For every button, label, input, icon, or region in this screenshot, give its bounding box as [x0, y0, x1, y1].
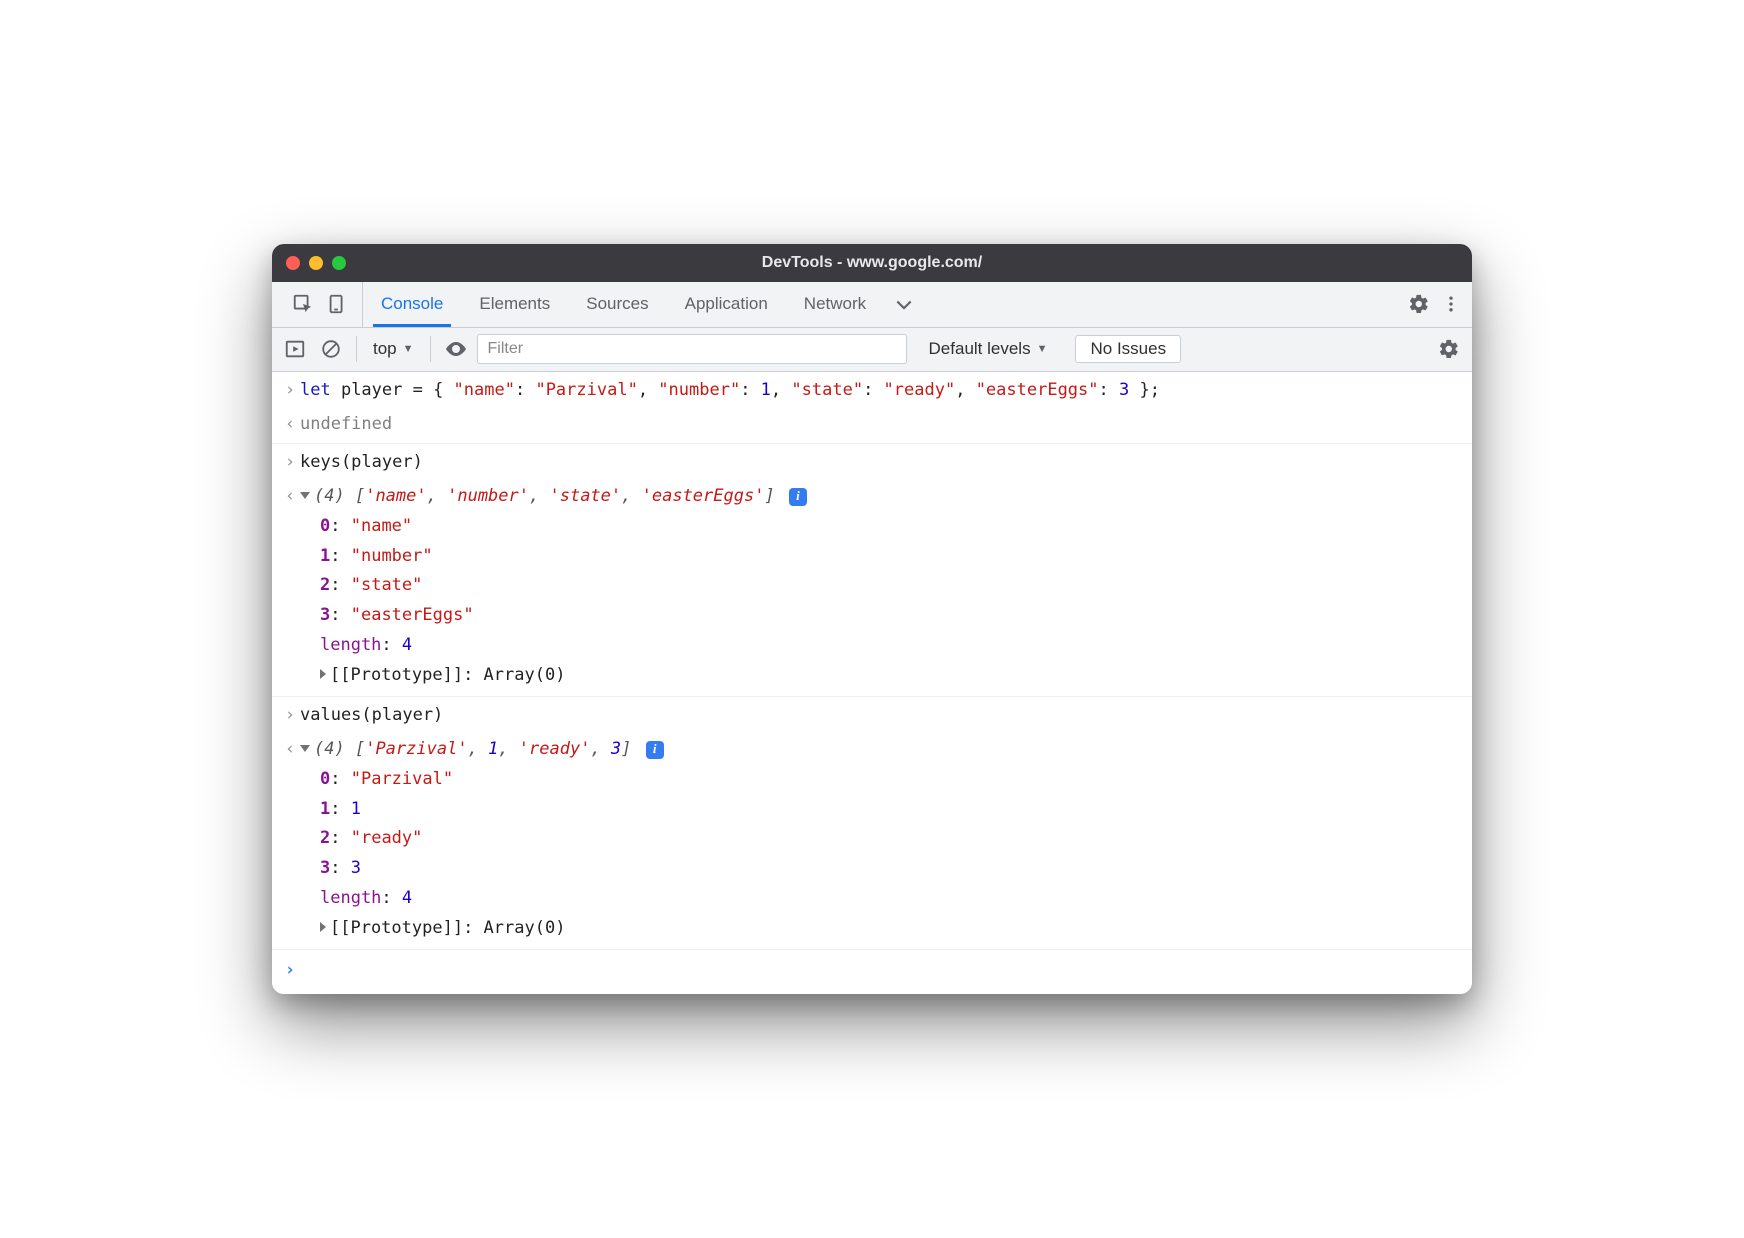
console-prompt-row[interactable]: ›: [272, 950, 1472, 994]
array-summary[interactable]: (4) ['Parzival', 1, 'ready', 3] i: [300, 735, 1460, 765]
array-items: 0: "Parzival" 1: 1 2: "ready" 3: 3 lengt…: [280, 765, 1460, 944]
tab-application[interactable]: Application: [667, 282, 786, 327]
array-length[interactable]: length: 4: [320, 884, 1460, 914]
tab-console[interactable]: Console: [363, 282, 461, 327]
console-input-code[interactable]: keys(player): [300, 448, 1460, 478]
input-chevron-icon: ›: [280, 376, 300, 406]
console-result-row: ‹ undefined: [272, 406, 1472, 445]
array-item[interactable]: 1: "number": [320, 542, 1460, 572]
chevron-down-icon: ▼: [1037, 343, 1048, 355]
device-toggle-icon[interactable]: [322, 289, 352, 319]
array-item[interactable]: 2: "state": [320, 571, 1460, 601]
filter-input[interactable]: [477, 334, 907, 364]
toggle-sidebar-icon[interactable]: [280, 334, 310, 364]
prompt-chevron-icon: ›: [280, 956, 300, 986]
info-badge-icon[interactable]: i: [646, 741, 664, 759]
context-label: top: [373, 339, 397, 359]
console-input-code[interactable]: values(player): [300, 701, 1460, 731]
devtools-window: DevTools - www.google.com/ Console Eleme…: [272, 244, 1472, 994]
panel-tabs: Console Elements Sources Application Net…: [363, 282, 924, 327]
disclosure-triangle-icon[interactable]: [320, 922, 326, 932]
console-settings-gear-icon[interactable]: [1434, 334, 1464, 364]
array-summary[interactable]: (4) ['name', 'number', 'state', 'easterE…: [300, 482, 1460, 512]
disclosure-triangle-icon[interactable]: [300, 492, 310, 499]
input-chevron-icon: ›: [280, 448, 300, 478]
array-item[interactable]: 3: "easterEggs": [320, 601, 1460, 631]
panel-tabbar: Console Elements Sources Application Net…: [272, 282, 1472, 328]
array-item[interactable]: 0: "Parzival": [320, 765, 1460, 795]
tab-sources[interactable]: Sources: [568, 282, 666, 327]
array-item[interactable]: 1: 1: [320, 795, 1460, 825]
array-items: 0: "name" 1: "number" 2: "state" 3: "eas…: [280, 512, 1460, 691]
output-chevron-icon: ‹: [280, 735, 300, 765]
array-item[interactable]: 0: "name": [320, 512, 1460, 542]
array-item[interactable]: 3: 3: [320, 854, 1460, 884]
disclosure-triangle-icon[interactable]: [320, 669, 326, 679]
maximize-window-button[interactable]: [332, 256, 346, 270]
array-prototype[interactable]: [[Prototype]]: Array(0): [320, 914, 1460, 944]
console-result-block: ‹ (4) ['name', 'number', 'state', 'easte…: [272, 478, 1472, 697]
input-chevron-icon: ›: [280, 701, 300, 731]
output-chevron-icon: ‹: [280, 482, 300, 512]
inspect-element-icon[interactable]: [288, 289, 318, 319]
live-expression-icon[interactable]: [441, 334, 471, 364]
console-output: › let player = { "name": "Parzival", "nu…: [272, 372, 1472, 994]
clear-console-icon[interactable]: [316, 334, 346, 364]
console-input-row: › values(player): [272, 697, 1472, 731]
close-window-button[interactable]: [286, 256, 300, 270]
console-input-row: › keys(player): [272, 444, 1472, 478]
tabbar-right: [1404, 282, 1472, 327]
array-length[interactable]: length: 4: [320, 631, 1460, 661]
kebab-menu-icon[interactable]: [1436, 289, 1466, 319]
disclosure-triangle-icon[interactable]: [300, 745, 310, 752]
traffic-lights: [286, 256, 346, 270]
window-title: DevTools - www.google.com/: [272, 254, 1472, 272]
log-levels-selector[interactable]: Default levels ▼: [919, 339, 1058, 359]
issues-button[interactable]: No Issues: [1075, 335, 1181, 363]
log-levels-label: Default levels: [929, 339, 1031, 359]
console-input-code[interactable]: let player = { "name": "Parzival", "numb…: [300, 376, 1460, 406]
console-toolbar: top ▼ Default levels ▼ No Issues: [272, 328, 1472, 372]
output-chevron-icon: ‹: [280, 410, 300, 440]
result-undefined: undefined: [300, 410, 1460, 440]
titlebar: DevTools - www.google.com/: [272, 244, 1472, 282]
tab-elements[interactable]: Elements: [461, 282, 568, 327]
tabbar-left-icons: [278, 282, 363, 327]
info-badge-icon[interactable]: i: [789, 488, 807, 506]
console-result-block: ‹ (4) ['Parzival', 1, 'ready', 3] i 0: "…: [272, 731, 1472, 950]
settings-gear-icon[interactable]: [1404, 289, 1434, 319]
chevron-down-icon: ▼: [403, 343, 414, 355]
tab-network[interactable]: Network: [786, 282, 884, 327]
tabs-overflow-icon[interactable]: [884, 282, 924, 327]
array-prototype[interactable]: [[Prototype]]: Array(0): [320, 661, 1460, 691]
context-selector[interactable]: top ▼: [367, 339, 420, 359]
minimize-window-button[interactable]: [309, 256, 323, 270]
console-input-row: › let player = { "name": "Parzival", "nu…: [272, 372, 1472, 406]
array-item[interactable]: 2: "ready": [320, 824, 1460, 854]
